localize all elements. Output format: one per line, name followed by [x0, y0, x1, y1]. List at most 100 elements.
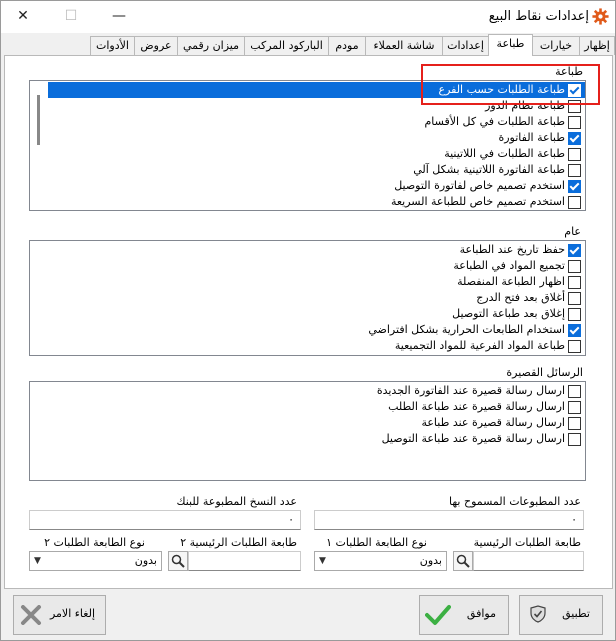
close-button[interactable]: ✕ [11, 5, 35, 27]
general-option-label: إغلاق بعد طباعة التوصيل [452, 307, 565, 320]
chevron-down-icon: ▼ [34, 556, 41, 566]
print-option-item[interactable]: طباعة الفاتورة اللاتينية بشكل آلي [30, 162, 585, 178]
tab-offers[interactable]: عروض [134, 36, 178, 55]
general-option-label: استخدام الطابعات الحرارية بشكل افتراضي [368, 323, 565, 336]
checkbox[interactable] [568, 196, 581, 209]
print-option-label: استخدم تصميم خاص لفاتورة التوصيل [394, 179, 565, 192]
main-orders-printer2-input[interactable] [188, 551, 301, 571]
bank-copies-value: ٠ [288, 513, 294, 526]
general-option-item[interactable]: تجميع المواد في الطباعة [30, 258, 585, 274]
search-icon [456, 554, 470, 568]
checkbox[interactable] [568, 276, 581, 289]
maximize-button: ☐ [64, 8, 78, 24]
ok-button[interactable]: موافق [419, 595, 509, 635]
order-printer-type2-label: نوع الطابعة الطلبات ٢ [44, 536, 145, 549]
apply-button-label: تطبيق [562, 607, 590, 620]
general-option-label: أغلاق بعد فتح الدرج [476, 291, 565, 304]
main-printer-search-button[interactable] [453, 551, 473, 571]
order-printer-type1-label: نوع الطابعة الطلبات ١ [326, 536, 427, 549]
tab-digital-scale[interactable]: ميزان رقمي [177, 36, 245, 55]
checkbox[interactable] [568, 180, 581, 193]
allowed-prints-input[interactable]: ٠ [314, 510, 584, 530]
allowed-prints-value: ٠ [571, 513, 577, 526]
order-printer-type2-select[interactable]: ▼ بدون [29, 551, 162, 571]
sms-option-label: ارسال رسالة قصيرة عند طباعة التوصيل [381, 432, 565, 445]
sms-options-list[interactable]: ارسال رسالة قصيرة عند الفاتورة الجديدة ا… [29, 381, 586, 481]
checkbox[interactable] [568, 244, 581, 257]
sms-option-item[interactable]: ارسال رسالة قصيرة عند طباعة [30, 415, 585, 431]
save-icon [530, 605, 546, 623]
general-option-label: تجميع المواد في الطباعة [453, 259, 565, 272]
gear-icon [592, 8, 609, 25]
tab-strip: إظهار خيارات طباعة إعدادات شاشة العملاء … [1, 34, 615, 56]
print-option-item[interactable]: استخدم تصميم خاص لفاتورة التوصيل [30, 178, 585, 194]
checkbox[interactable] [568, 164, 581, 177]
tab-modem[interactable]: مودم [328, 36, 366, 55]
sms-option-label: ارسال رسالة قصيرة عند طباعة الطلب [388, 400, 565, 413]
print-option-label: طباعة الطلبات في اللاتينية [444, 147, 565, 160]
tab-options[interactable]: خيارات [532, 36, 580, 55]
sms-option-item[interactable]: ارسال رسالة قصيرة عند الفاتورة الجديدة [30, 383, 585, 399]
general-section-title: عام [564, 225, 581, 238]
order-printer-type1-select[interactable]: ▼ بدون [314, 551, 447, 571]
tab-tools[interactable]: الأدوات [90, 36, 135, 55]
order-printer-type2-value: بدون [134, 554, 157, 567]
general-options-list[interactable]: حفظ تاريخ عند الطباعة تجميع المواد في ال… [29, 240, 586, 356]
tab-print[interactable]: طباعة [488, 34, 533, 56]
order-printer-type1-value: بدون [419, 554, 442, 567]
tab-settings[interactable]: إعدادات [442, 36, 489, 55]
sms-option-label: ارسال رسالة قصيرة عند الفاتورة الجديدة [376, 384, 565, 397]
checkbox[interactable] [568, 260, 581, 273]
allowed-prints-label: عدد المطبوعات المسموح بها [449, 495, 581, 508]
bank-copies-input[interactable]: ٠ [29, 510, 301, 530]
print-option-item[interactable]: طباعة الفاتورة [30, 130, 585, 146]
checkbox[interactable] [568, 148, 581, 161]
checkbox[interactable] [568, 308, 581, 321]
checkbox[interactable] [568, 116, 581, 129]
print-option-label: طباعة الفاتورة اللاتينية بشكل آلي [413, 163, 565, 176]
main-orders-printer-label: طابعة الطلبات الرئيسية [473, 536, 581, 549]
chevron-down-icon: ▼ [319, 556, 326, 566]
checkbox[interactable] [568, 401, 581, 414]
print-option-label: استخدم تصميم خاص للطباعة السريعة [390, 195, 565, 208]
sms-option-item[interactable]: ارسال رسالة قصيرة عند طباعة التوصيل [30, 431, 585, 447]
print-option-label: طباعة الطلبات في كل الأقسام [424, 115, 565, 128]
main-orders-printer-input[interactable] [473, 551, 584, 571]
tab-display[interactable]: إظهار [579, 36, 615, 55]
print-option-item[interactable]: طباعة الطلبات في كل الأقسام [30, 114, 585, 130]
checkbox[interactable] [568, 340, 581, 353]
general-option-item[interactable]: اظهار الطباعة المنفصلة [30, 274, 585, 290]
print-option-item[interactable]: استخدم تصميم خاص للطباعة السريعة [30, 194, 585, 210]
settings-window: ✕ ☐ — إعدادات نقاط البيع إظهار خيارات طب… [0, 0, 616, 641]
general-option-item[interactable]: طباعة المواد الفرعية للمواد التجميعية [30, 338, 585, 354]
checkbox[interactable] [568, 385, 581, 398]
main-printer2-search-button[interactable] [168, 551, 188, 571]
general-option-label: طباعة المواد الفرعية للمواد التجميعية [394, 339, 565, 352]
checkbox[interactable] [568, 433, 581, 446]
checkbox[interactable] [568, 132, 581, 145]
tab-composite-barcode[interactable]: الباركود المركب [244, 36, 329, 55]
annotation-highlight-box [421, 64, 600, 105]
sms-option-item[interactable]: ارسال رسالة قصيرة عند طباعة الطلب [30, 399, 585, 415]
tab-customer-display[interactable]: شاشة العملاء [365, 36, 443, 55]
print-option-item[interactable]: طباعة الطلبات في اللاتينية [30, 146, 585, 162]
checkbox[interactable] [568, 292, 581, 305]
apply-button[interactable]: تطبيق [519, 595, 603, 635]
checkbox[interactable] [568, 324, 581, 337]
sms-section-title: الرسائل القصيرة [506, 366, 583, 379]
general-option-item[interactable]: استخدام الطابعات الحرارية بشكل افتراضي [30, 322, 585, 338]
cancel-button-label: إلغاء الامر [49, 607, 95, 620]
checkmark-icon [425, 605, 451, 625]
minimize-button[interactable]: — [107, 5, 131, 27]
main-orders-printer2-label: طابعة الطلبات الرئيسية ٢ [180, 536, 297, 549]
window-title: إعدادات نقاط البيع [488, 9, 589, 24]
close-icon [21, 605, 41, 625]
search-icon [171, 554, 185, 568]
checkbox[interactable] [568, 417, 581, 430]
cancel-button[interactable]: إلغاء الامر [13, 595, 106, 635]
general-option-item[interactable]: أغلاق بعد فتح الدرج [30, 290, 585, 306]
general-option-label: حفظ تاريخ عند الطباعة [459, 243, 565, 256]
general-option-item[interactable]: حفظ تاريخ عند الطباعة [30, 242, 585, 258]
general-option-item[interactable]: إغلاق بعد طباعة التوصيل [30, 306, 585, 322]
sms-option-label: ارسال رسالة قصيرة عند طباعة [421, 416, 565, 429]
